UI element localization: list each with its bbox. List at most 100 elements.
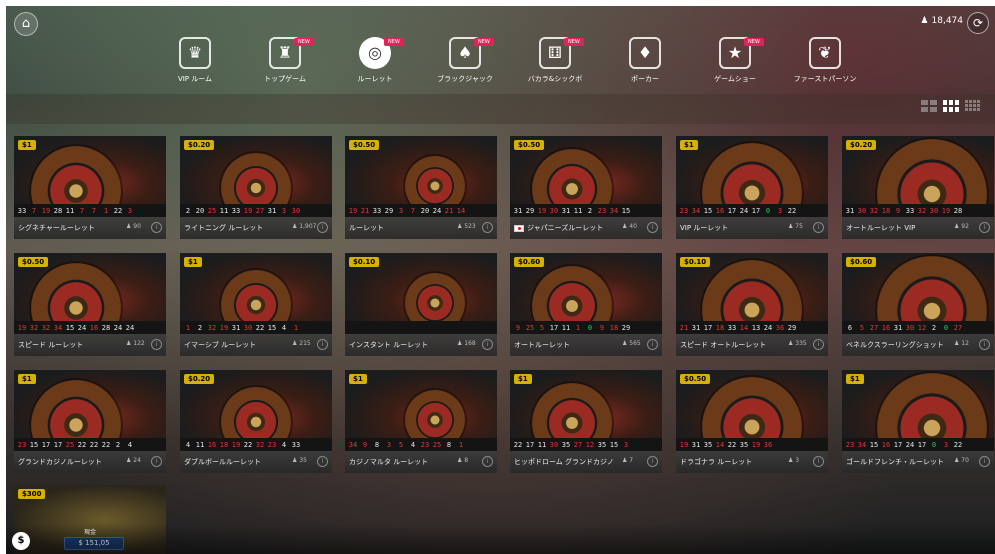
game-info-bar: シグネチャールーレット ♟ 90 i [14, 217, 166, 239]
nav-item[interactable]: ◎ NEW ルーレット [330, 36, 420, 94]
result-number: 3 [386, 440, 392, 449]
grid-3-icon[interactable] [943, 100, 959, 112]
recent-results: 23 15 17 17 25 22 22 22 2 4 [14, 438, 166, 451]
info-icon[interactable]: i [317, 222, 328, 233]
game-thumbnail: $1 [345, 370, 497, 438]
result-number: 27 [573, 440, 583, 449]
result-number: 25 [525, 323, 535, 332]
info-icon[interactable]: i [979, 222, 990, 233]
result-number: 30 [929, 206, 939, 215]
info-icon[interactable]: i [151, 339, 162, 350]
currency-icon[interactable]: $ [12, 532, 30, 550]
result-number: 24 [77, 323, 87, 332]
nav-label: ルーレット [357, 75, 393, 83]
roulette-wheel-icon [221, 386, 291, 438]
result-number: 28 [53, 206, 63, 215]
info-icon[interactable]: i [151, 456, 162, 467]
result-number: 30 [857, 206, 867, 215]
result-number: 7 [410, 206, 416, 215]
nav-item[interactable]: ♠ NEW ブラックジャック [420, 36, 510, 94]
info-icon[interactable]: i [151, 222, 162, 233]
limit-badge: $1 [680, 140, 698, 150]
game-tile[interactable]: $0.20 4 11 16 18 19 22 32 23 4 33 ダブルボールルーレット ♟ 35 i [180, 370, 332, 473]
info-icon[interactable]: i [647, 456, 658, 467]
result-number: 25 [65, 440, 75, 449]
result-number: 24 [763, 323, 773, 332]
game-tile[interactable]: $0.10 21 31 17 18 33 14 13 24 36 29 スピード オートルーレット ♟ … [676, 253, 828, 356]
result-number: 18 [219, 440, 229, 449]
settings-icon[interactable]: ⟳ [967, 12, 989, 34]
result-number: 19 [679, 440, 689, 449]
info-icon[interactable]: i [813, 339, 824, 350]
nav-item[interactable]: ⚅ NEW バカラ&シックボ [510, 36, 600, 94]
game-tile[interactable]: $1 23 34 15 16 17 24 17 0 3 22 ゴールドフレンチ・ルーレット ♟ 70 i [842, 370, 994, 473]
info-icon[interactable]: i [979, 456, 990, 467]
info-icon[interactable]: i [813, 222, 824, 233]
game-thumbnail: $0.60 [842, 253, 994, 321]
game-info-bar: グランドカジノルーレット ♟ 24 i [14, 451, 166, 473]
game-tile[interactable]: $1 1 2 32 19 31 30 22 15 4 1 イマーシブ ルーレット ♟ 215 i [180, 253, 332, 356]
result-number: 28 [953, 206, 963, 215]
nav-item[interactable]: ❦ ファーストパーソン [780, 36, 870, 94]
info-icon[interactable]: i [482, 456, 493, 467]
player-count: ♟ 122 [126, 340, 145, 347]
info-icon[interactable]: i [482, 222, 493, 233]
home-icon[interactable]: ⌂ [14, 12, 38, 36]
game-name: VIP ルーレット [680, 223, 728, 233]
info-icon[interactable]: i [979, 339, 990, 350]
grid-2-icon[interactable] [921, 100, 937, 112]
recent-results: 6 5 27 16 31 30 12 2 0 27 [842, 321, 994, 334]
recent-results: 2 20 25 11 33 19 27 31 3 30 [180, 204, 332, 217]
result-number: 3 [127, 206, 133, 215]
grid-4-icon[interactable] [965, 100, 981, 112]
roulette-wheel-icon [221, 152, 291, 204]
vip-crown-icon: ♛ [179, 37, 211, 69]
result-number: 16 [881, 440, 891, 449]
game-tile[interactable]: $1 23 34 15 16 17 24 17 0 3 22 VIP ルーレット ♟ 75 i [676, 136, 828, 239]
game-tile[interactable]: $1 33 7 19 28 11 7 7 1 22 3 シグネチャールーレット ♟ 90 i [14, 136, 166, 239]
player-count-value: 24 [133, 457, 141, 464]
result-number: 17 [525, 440, 535, 449]
result-number: 0 [765, 206, 771, 215]
game-tile[interactable]: $0.50 31 29 19 30 31 11 2 23 34 15 ジャパニーズルーレット ♟ 40 i [510, 136, 662, 239]
info-icon[interactable]: i [482, 339, 493, 350]
nav-item[interactable]: ♛ VIP ルーム [150, 36, 240, 94]
game-thumbnail: $1 [510, 370, 662, 438]
game-tile[interactable]: $0.20 2 20 25 11 33 19 27 31 3 30 ライトニング ルーレット ♟ 1,9… [180, 136, 332, 239]
nav-label: ブラックジャック [437, 75, 493, 83]
nav-item[interactable]: ♦ ポーカー [600, 36, 690, 94]
info-icon[interactable]: i [647, 222, 658, 233]
game-info-bar: ライトニング ルーレット ♟ 1,907 i [180, 217, 332, 239]
nav-item[interactable]: ★ NEW ゲームショー [690, 36, 780, 94]
game-tile[interactable]: $1 22 17 11 30 35 27 12 35 15 3 ヒッポドローム グランドカジノ ♟ 7i [510, 370, 662, 473]
result-number: 4 [185, 440, 191, 449]
info-icon[interactable]: i [317, 339, 328, 350]
jackpot-game-tile[interactable]: $300 現金 $ 151,05 [14, 485, 166, 554]
nav-icon-wrap: ◎ [330, 36, 420, 70]
info-icon[interactable]: i [813, 456, 824, 467]
game-info-bar: VIP ルーレット ♟ 75 i [676, 217, 828, 239]
game-tile[interactable]: $0.50 19 21 33 29 3 7 20 24 21 14 ルーレット ♟ 523 i [345, 136, 497, 239]
result-number: 3 [943, 440, 949, 449]
game-tile[interactable]: $1 34 9 8 3 5 4 23 25 8 1 カジノマルタ ルーレット ♟ 8i [345, 370, 497, 473]
game-info-bar: ゴールドフレンチ・ルーレット ♟ 70 i [842, 451, 994, 473]
nav-icon-wrap: ♦ [600, 36, 690, 70]
nav-icon-wrap: ♠ [420, 36, 510, 70]
game-tile[interactable]: $0.50 19 32 32 34 15 24 16 28 24 24 スピード ルーレット ♟ 122… [14, 253, 166, 356]
game-tile[interactable]: $0.60 9 25 5 17 11 1 0 9 18 29 オートルーレット ♟ 565 i [510, 253, 662, 356]
result-number: 19 [231, 440, 241, 449]
player-count-value: 35 [299, 457, 307, 464]
game-tile[interactable]: $0.50 19 31 35 14 22 35 19 36 ドラゴナラ ルーレット ♟ 3i [676, 370, 828, 473]
limit-badge: $0.50 [349, 140, 380, 150]
game-tile[interactable]: $1 23 15 17 17 25 22 22 22 2 4 グランドカジノルーレット ♟ 24 i [14, 370, 166, 473]
result-number: 15 [621, 206, 631, 215]
game-name: ライトニング ルーレット [184, 223, 263, 233]
result-number: 33 [905, 206, 915, 215]
game-tile[interactable]: $0.10 インスタント ルーレット ♟ 168 i [345, 253, 497, 356]
result-number: 31 [691, 440, 701, 449]
nav-item[interactable]: ♜ NEW トップゲーム [240, 36, 330, 94]
info-icon[interactable]: i [317, 456, 328, 467]
game-tile[interactable]: $0.20 31 30 32 18 9 33 32 30 19 28 オートルーレット VIP ♟ 92… [842, 136, 994, 239]
info-icon[interactable]: i [647, 339, 658, 350]
game-tile[interactable]: $0.60 6 5 27 16 31 30 12 2 0 27 ベネルクスラーリングショット ♟ 12 i [842, 253, 994, 356]
